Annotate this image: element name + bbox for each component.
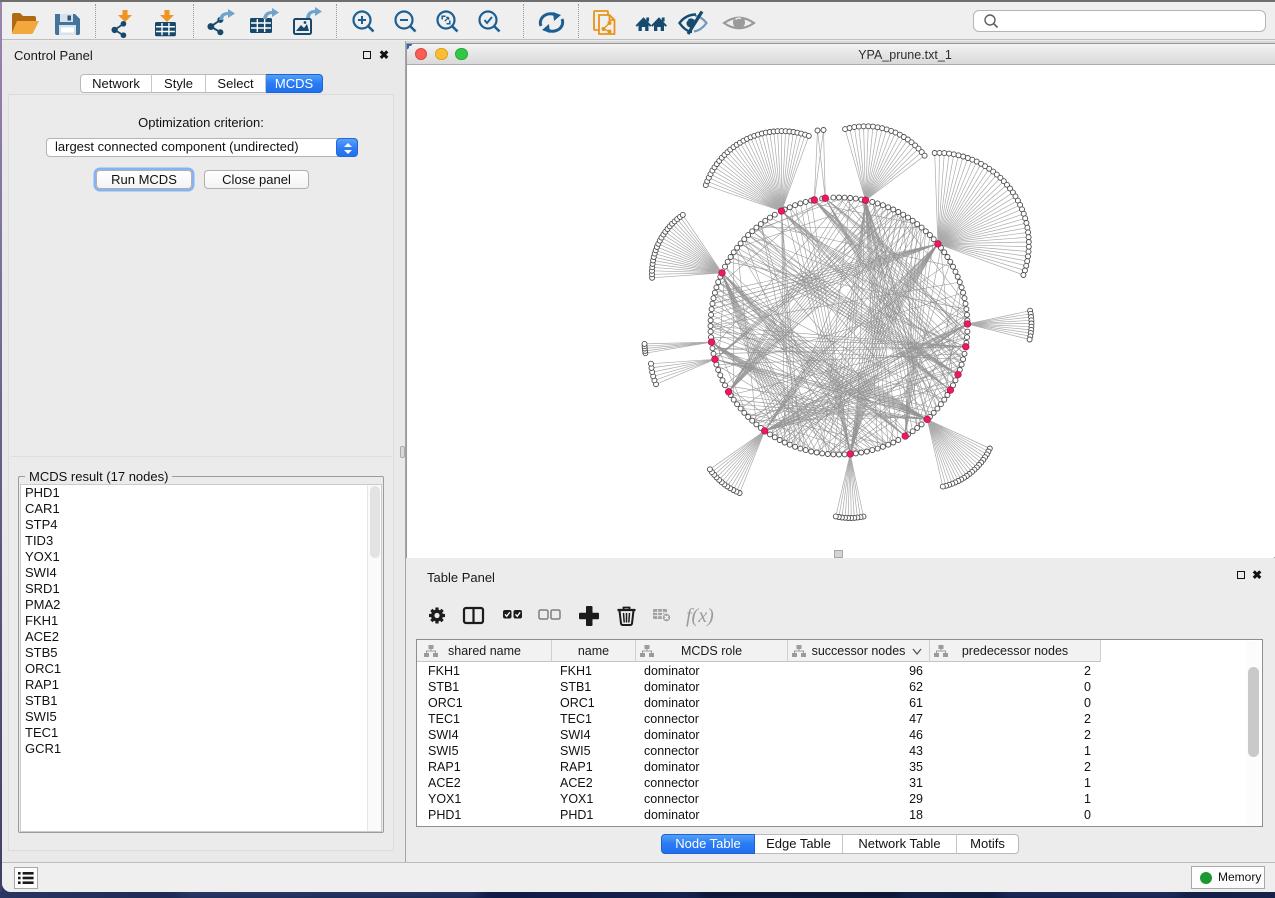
svg-text:f(x): f(x) bbox=[686, 605, 714, 627]
